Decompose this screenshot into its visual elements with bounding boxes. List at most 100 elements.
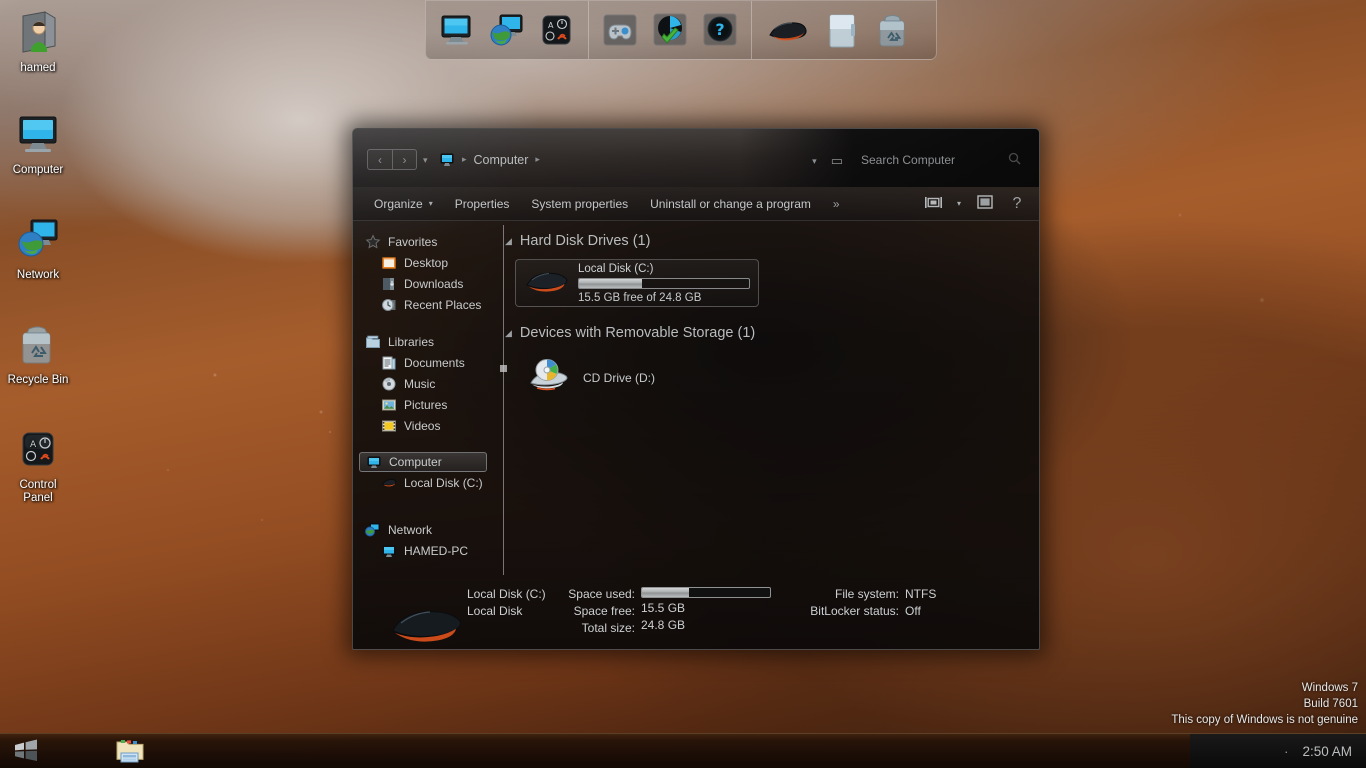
desktop[interactable]: hamed Computer Network Recycle Bin A Con…	[0, 0, 1366, 768]
sidebar-item-pictures[interactable]: Pictures	[359, 394, 493, 415]
breadcrumb-separator: ▸	[462, 154, 467, 164]
desktop-icon-hamed[interactable]: hamed	[0, 8, 76, 75]
capacity-bar-fill	[579, 278, 642, 288]
nav-spacer-3	[359, 495, 493, 519]
windows-explorer-taskbar-button[interactable]	[108, 735, 152, 768]
dock-item-network[interactable]	[485, 8, 529, 52]
sidebar-item-favorites[interactable]: Favorites	[359, 231, 493, 252]
dock-item-recycle-bin[interactable]	[871, 8, 915, 52]
windows-explorer-window[interactable]: ‹ › ▾ ▸ Computer ▸ ▾ ▭ Search Computer O…	[352, 128, 1040, 650]
computer-icon	[381, 543, 397, 559]
svg-text:A: A	[548, 21, 554, 30]
minimize-button[interactable]: ▾	[812, 156, 817, 167]
navigation-pane[interactable]: Favorites Desktop Downloads Recent Place…	[353, 221, 493, 581]
desktop-icon-label: Computer	[12, 164, 64, 176]
sidebar-item-libraries[interactable]: Libraries	[359, 331, 493, 352]
clock[interactable]: 2:50 AM	[1302, 744, 1352, 759]
recent-pages-button[interactable]: ▾	[423, 155, 428, 166]
navigation-buttons: ‹ ›	[367, 149, 417, 170]
details-right-values-column: NTFS Off	[905, 587, 945, 618]
maximize-button[interactable]: ▭	[831, 153, 843, 169]
command-toolbar[interactable]: Organize ▾ Properties System properties …	[353, 187, 1039, 221]
sidebar-item-label: Network	[388, 522, 433, 537]
drive-name: Local Disk (C:)	[578, 262, 654, 275]
desktop-icon-recycle-bin[interactable]: Recycle Bin	[0, 320, 76, 387]
search-input[interactable]: Search Computer	[861, 149, 1021, 170]
sidebar-item-desktop[interactable]: Desktop	[359, 252, 493, 273]
sidebar-item-downloads[interactable]: Downloads	[359, 273, 493, 294]
windows-start-orb-icon	[15, 739, 37, 761]
sidebar-item-label: Music	[404, 376, 436, 391]
control-panel-icon: A	[0, 425, 76, 475]
search-placeholder: Search Computer	[861, 152, 956, 167]
value-file-system: NTFS	[905, 587, 937, 601]
svg-text:A: A	[30, 440, 37, 450]
forward-button[interactable]: ›	[392, 149, 417, 170]
breadcrumb-item-computer[interactable]: Computer	[474, 153, 529, 167]
splitter-line	[503, 225, 504, 575]
desktop-icon-network[interactable]: Network	[0, 215, 76, 282]
value-bitlocker-status: Off	[905, 604, 921, 618]
group-header-hard-disk-drives[interactable]: ◢ Hard Disk Drives (1)	[505, 229, 1039, 253]
organize-button[interactable]: Organize ▾	[363, 191, 444, 217]
desktop-icon-control-panel[interactable]: A Control Panel	[0, 425, 76, 505]
change-view-button[interactable]	[919, 191, 947, 217]
dock-item-devices-and-printers[interactable]	[761, 8, 815, 52]
device-item-cd-drive-d[interactable]: CD Drive (D:)	[527, 355, 1039, 400]
drive-tile-local-disk-c[interactable]: Local Disk (C:) 15.5 GB free of 24.8 GB	[515, 259, 759, 307]
sidebar-item-label: Desktop	[404, 255, 449, 270]
toolbar-overflow-button[interactable]: »	[822, 191, 851, 217]
dock-item-default-programs[interactable]	[648, 8, 692, 52]
sidebar-item-computer[interactable]: Computer	[359, 452, 487, 472]
system-tray[interactable]: · 2:50 AM	[1190, 734, 1366, 768]
recycle-bin-icon	[879, 14, 905, 46]
details-pane[interactable]: Local Disk (C:) Local Disk Space used: S…	[353, 579, 1039, 649]
system-properties-button[interactable]: System properties	[520, 191, 639, 217]
hard-disk-icon	[524, 266, 570, 301]
window-title-bar[interactable]: ‹ › ▾ ▸ Computer ▸ ▾ ▭ Search Computer	[353, 129, 1039, 187]
documents-folder-icon	[829, 14, 855, 47]
sidebar-item-music[interactable]: Music	[359, 373, 493, 394]
network-icon	[0, 215, 76, 265]
desktop-icon	[381, 255, 397, 271]
properties-label: Properties	[454, 196, 510, 211]
splitter-grip[interactable]	[500, 365, 507, 372]
capacity-bar	[578, 277, 750, 289]
breadcrumb-separator-2[interactable]: ▸	[535, 154, 540, 165]
properties-button[interactable]: Properties	[444, 191, 521, 217]
tray-overflow-button[interactable]: ·	[1284, 744, 1288, 759]
preview-pane-icon	[977, 195, 993, 212]
dock-item-documents-folder[interactable]	[821, 8, 865, 52]
desktop-icon-computer[interactable]: Computer	[0, 110, 76, 177]
details-values-column: 15.5 GB 24.8 GB	[641, 587, 771, 632]
videos-icon	[381, 418, 397, 434]
start-button[interactable]	[0, 735, 52, 768]
back-button[interactable]: ‹	[367, 149, 392, 170]
pane-splitter[interactable]	[499, 225, 508, 575]
sidebar-item-documents[interactable]: Documents	[359, 352, 493, 373]
organize-label: Organize	[374, 196, 423, 211]
sidebar-item-network[interactable]: Network	[359, 519, 493, 540]
sidebar-item-recent-places[interactable]: Recent Places	[359, 294, 493, 315]
preview-pane-button[interactable]	[971, 191, 999, 217]
breadcrumb[interactable]: ▸ Computer ▸	[439, 149, 540, 170]
sidebar-item-hamed-pc[interactable]: HAMED-PC	[359, 540, 493, 561]
group-header-label: Hard Disk Drives (1)	[519, 233, 651, 249]
chevron-down-icon: ▾	[428, 199, 433, 208]
uninstall-or-change-program-button[interactable]: Uninstall or change a program	[639, 191, 822, 217]
desktop-dock[interactable]: A ?	[425, 0, 937, 60]
dock-item-control-panel[interactable]: A	[535, 8, 579, 52]
dock-item-computer[interactable]	[435, 8, 479, 52]
watermark-line-3: This copy of Windows is not genuine	[1171, 714, 1358, 726]
taskbar[interactable]: · 2:50 AM	[0, 733, 1366, 768]
dock-group-programs: ?	[589, 0, 751, 59]
content-pane[interactable]: ◢ Hard Disk Drives (1) Local Disk (C:) 1…	[493, 221, 1039, 581]
change-view-dropdown[interactable]: ▾	[951, 191, 967, 217]
group-header-removable-storage[interactable]: ◢ Devices with Removable Storage (1)	[505, 321, 1039, 345]
dock-item-games[interactable]	[598, 8, 642, 52]
help-button[interactable]: ?	[1003, 191, 1031, 217]
sidebar-item-label: Recent Places	[404, 297, 482, 312]
sidebar-item-videos[interactable]: Videos	[359, 415, 493, 436]
sidebar-item-local-disk-c[interactable]: Local Disk (C:)	[359, 472, 493, 493]
dock-item-help-and-support[interactable]: ?	[698, 8, 742, 52]
